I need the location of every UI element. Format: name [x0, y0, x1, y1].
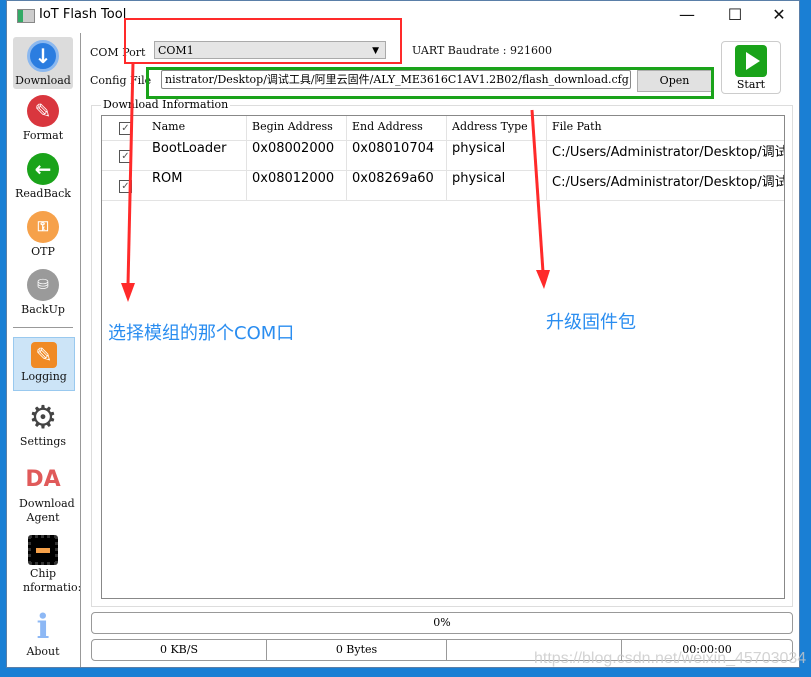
annotation-com-note: 选择模组的那个COM口	[108, 323, 295, 344]
red-arrowhead	[536, 270, 550, 289]
annotation-firmware-note: 升级固件包	[546, 312, 636, 333]
watermark: https://blog.csdn.net/weixin_45703034	[534, 650, 807, 667]
red-arrowhead	[121, 283, 135, 302]
red-arrow-firmware	[530, 109, 545, 273]
red-arrow-com	[126, 61, 135, 286]
